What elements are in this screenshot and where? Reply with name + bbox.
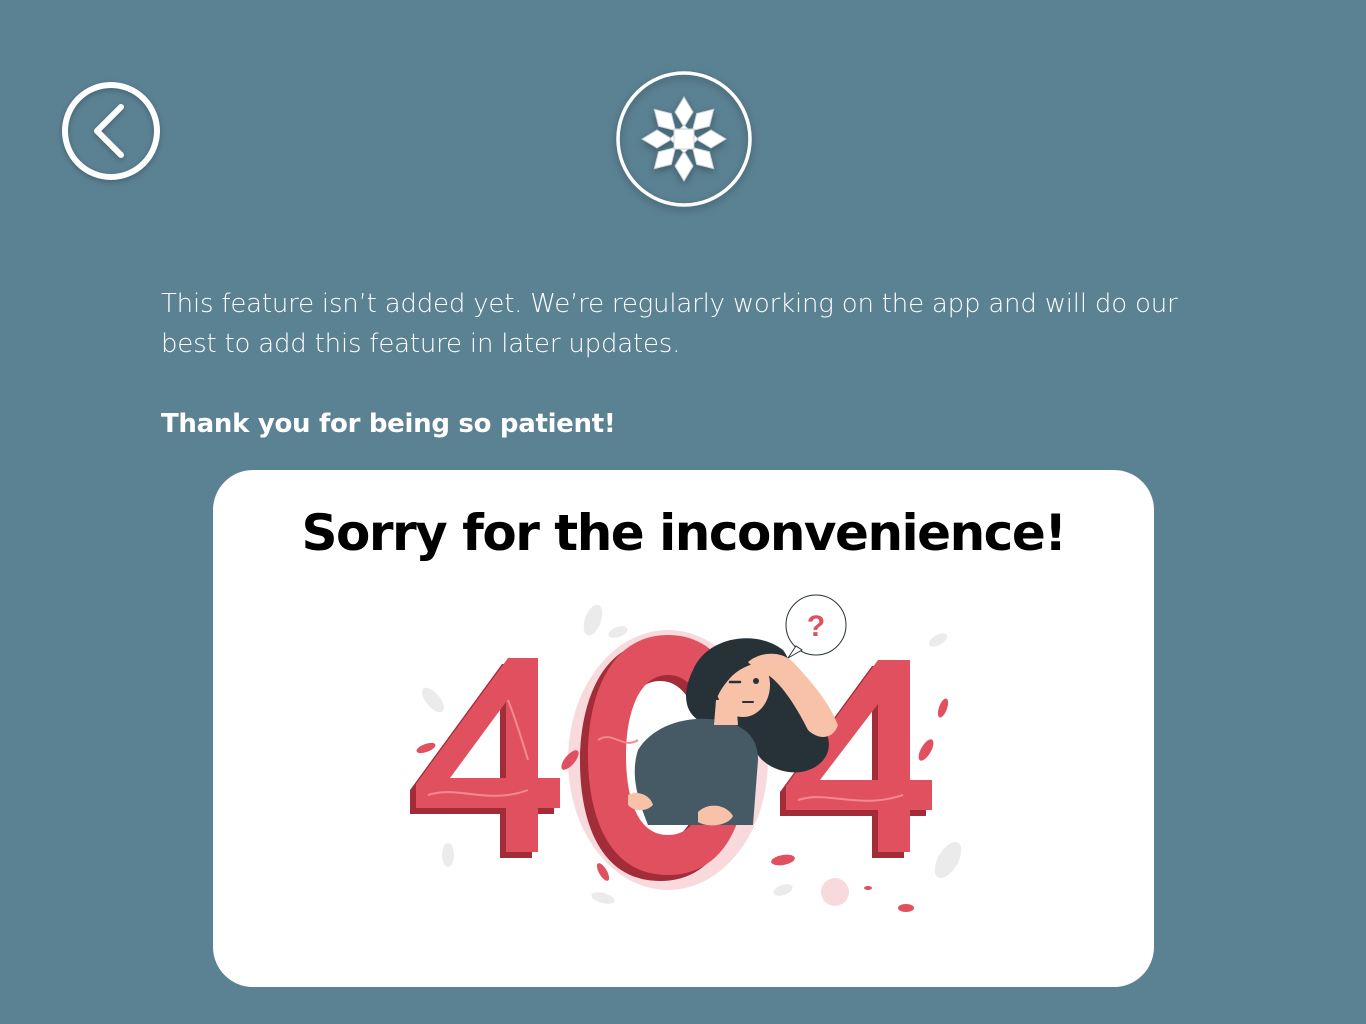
error-card: Sorry for the inconvenience! ? [213,470,1154,987]
card-title: Sorry for the inconvenience! [301,504,1067,562]
back-button[interactable] [61,81,161,181]
question-mark-text: ? [807,610,825,643]
feature-unavailable-message: This feature isn’t added yet. We’re regu… [161,289,1178,359]
chevron-left-icon [62,82,160,180]
404-person-illustration: ? [410,594,962,912]
snowflake-flower-logo-icon [616,71,752,207]
thank-you-text: Thank you for being so patient! [161,409,616,439]
404-illustration: ? [398,590,968,930]
app-logo [615,70,753,208]
